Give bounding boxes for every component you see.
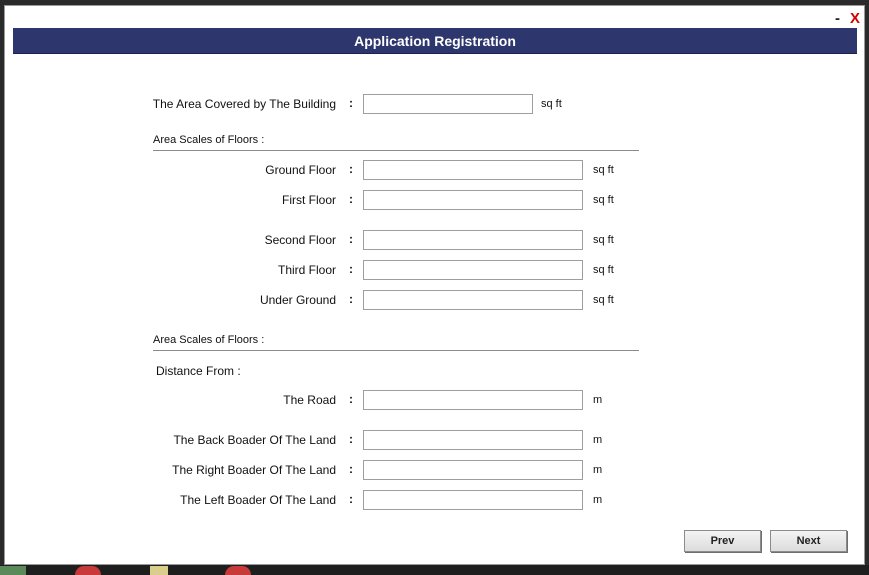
back-border-label: The Back Boader Of The Land [173, 433, 336, 447]
floors-section-title: Area Scales of Floors : [153, 134, 265, 146]
back-border-input[interactable] [363, 430, 583, 450]
second-floor-row: Second Floor : sq ft [5, 230, 866, 250]
colon-separator: : [349, 232, 353, 246]
back-border-row: The Back Boader Of The Land : m [5, 430, 866, 450]
under-ground-label: Under Ground [259, 293, 336, 307]
third-floor-row: Third Floor : sq ft [5, 260, 866, 280]
unit-label: m [593, 464, 603, 476]
unit-label: sq ft [593, 194, 614, 206]
colon-separator: : [349, 462, 353, 476]
right-border-label: The Right Boader Of The Land [172, 463, 336, 477]
under-ground-input[interactable] [363, 290, 583, 310]
unit-label: m [593, 434, 603, 446]
distance-section-title: Area Scales of Floors : [153, 334, 265, 346]
form-header: Application Registration [13, 28, 857, 54]
road-distance-row: The Road : m [5, 390, 866, 410]
colon-separator: : [349, 192, 353, 206]
right-border-input[interactable] [363, 460, 583, 480]
third-floor-label: Third Floor [277, 263, 336, 277]
under-ground-row: Under Ground : sq ft [5, 290, 866, 310]
building-area-input[interactable] [363, 94, 533, 114]
next-button[interactable]: Next [770, 530, 847, 552]
window-controls: - X [835, 8, 860, 28]
taskbar-app-icon[interactable] [0, 566, 26, 575]
taskbar [0, 565, 869, 575]
colon-separator: : [349, 262, 353, 276]
colon-separator: : [349, 292, 353, 306]
page-title: Application Registration [354, 32, 516, 49]
unit-label: sq ft [541, 98, 562, 110]
unit-label: m [593, 394, 603, 406]
road-distance-label: The Road [283, 393, 336, 407]
left-border-label: The Left Boader Of The Land [180, 493, 336, 507]
distance-from-heading: Distance From : [156, 364, 241, 378]
application-window: - X Application Registration The Area Co… [4, 5, 865, 565]
unit-label: m [593, 494, 603, 506]
colon-separator: : [349, 492, 353, 506]
third-floor-input[interactable] [363, 260, 583, 280]
left-border-input[interactable] [363, 490, 583, 510]
second-floor-input[interactable] [363, 230, 583, 250]
ground-floor-label: Ground Floor [265, 163, 336, 177]
colon-separator: : [349, 432, 353, 446]
building-area-label: The Area Covered by The Building [152, 97, 336, 111]
first-floor-input[interactable] [363, 190, 583, 210]
unit-label: sq ft [593, 164, 614, 176]
right-border-row: The Right Boader Of The Land : m [5, 460, 866, 480]
section-divider [153, 150, 639, 151]
left-border-row: The Left Boader Of The Land : m [5, 490, 866, 510]
first-floor-label: First Floor [282, 193, 336, 207]
road-distance-input[interactable] [363, 390, 583, 410]
unit-label: sq ft [593, 294, 614, 306]
ground-floor-input[interactable] [363, 160, 583, 180]
section-divider [153, 350, 639, 351]
taskbar-app-icon[interactable] [150, 566, 168, 575]
second-floor-label: Second Floor [264, 233, 336, 247]
taskbar-app-icon[interactable] [225, 566, 251, 575]
unit-label: sq ft [593, 234, 614, 246]
colon-separator: : [349, 392, 353, 406]
ground-floor-row: Ground Floor : sq ft [5, 160, 866, 180]
first-floor-row: First Floor : sq ft [5, 190, 866, 210]
minimize-button[interactable]: - [835, 11, 840, 26]
colon-separator: : [349, 96, 353, 110]
taskbar-app-icon[interactable] [75, 566, 101, 575]
colon-separator: : [349, 162, 353, 176]
building-area-row: The Area Covered by The Building : sq ft [5, 94, 866, 114]
close-button[interactable]: X [850, 11, 860, 26]
prev-button[interactable]: Prev [684, 530, 761, 552]
unit-label: sq ft [593, 264, 614, 276]
